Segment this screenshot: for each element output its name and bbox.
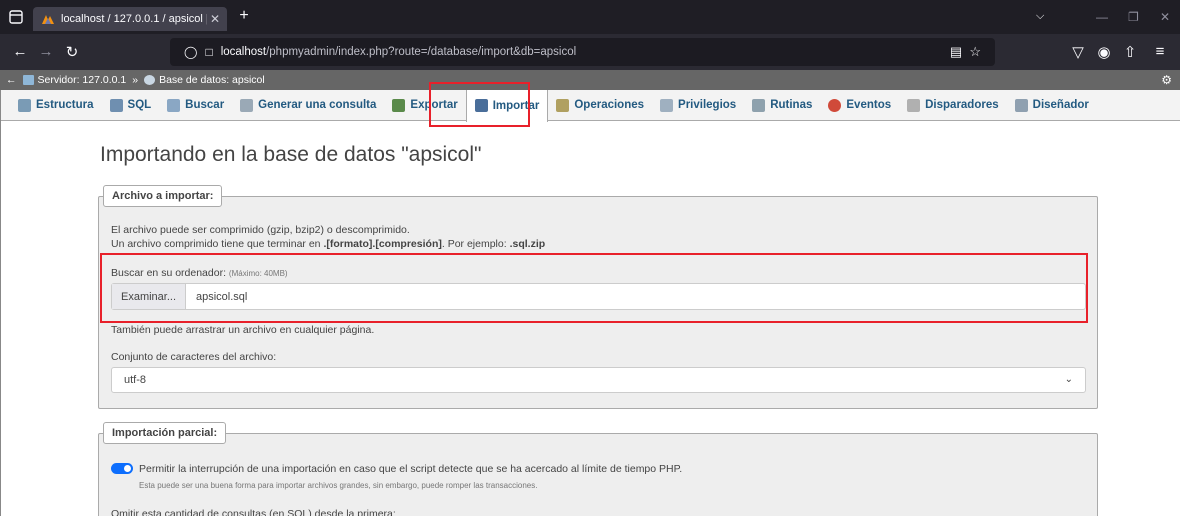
query-icon [240,98,254,112]
allow-interrupt-toggle[interactable] [111,463,133,474]
export-icon [392,98,406,112]
breadcrumb-server[interactable]: Servidor: 127.0.0.1 [38,74,127,86]
tab-rutinas[interactable]: Rutinas [744,90,820,121]
triggers-icon [907,98,921,112]
tab-sql[interactable]: SQL [102,90,160,121]
forward-icon[interactable]: → [36,43,56,60]
routines-icon [752,98,766,112]
compression-extension-info: Un archivo comprimido tiene que terminar… [111,238,546,250]
allow-interrupt-note: Esta puede ser una buena forma para impo… [139,481,538,490]
highlight-importar-tab [429,82,530,127]
share-icon[interactable]: ⇧ [1120,43,1140,61]
url-text[interactable]: localhost/phpmyadmin/index.php?route=/da… [221,46,576,58]
charset-select[interactable]: utf-8 ⌄ [111,367,1086,393]
close-tab-icon[interactable]: ✕ [207,12,223,26]
account-icon[interactable]: ◉ [1094,43,1114,61]
server-icon [22,75,34,85]
maximize-icon[interactable]: ❐ [1128,10,1139,24]
phpmyadmin-favicon-icon [42,15,54,24]
tab-privilegios[interactable]: Privilegios [652,90,744,121]
collapse-arrow-icon[interactable]: ← [6,74,17,86]
app-menu-icon[interactable]: ≡ [1150,43,1170,60]
back-icon[interactable]: ← [10,43,30,60]
wrench-icon [556,98,570,112]
allow-interrupt-label: Permitir la interrupción de una importac… [139,463,683,475]
page-icon: □ [205,45,213,59]
minimize-icon[interactable]: — [1096,10,1108,24]
reader-view-and-bookmark-icons[interactable]: ▤ ☆ [950,44,981,60]
partial-import-fieldset: Importación parcial: Permitir la interru… [98,422,1098,516]
highlight-browse-area [100,253,1088,323]
breadcrumb-database[interactable]: Base de datos: apsicol [159,74,265,86]
breadcrumb-separator: » [132,74,139,86]
shield-icon[interactable]: ◯ [184,45,197,59]
drag-hint: También puede arrastrar un archivo en cu… [111,324,375,336]
tab-estructura[interactable]: Estructura [10,90,102,121]
tab-operaciones[interactable]: Operaciones [548,90,652,121]
tab-eventos[interactable]: Eventos [820,90,899,121]
tab-generar-consulta[interactable]: Generar una consulta [232,90,384,121]
pocket-icon[interactable]: ▽ [1068,43,1088,61]
new-tab-button[interactable]: + [234,7,254,25]
tab-disparadores[interactable]: Disparadores [899,90,1007,121]
gear-icon[interactable]: ⚙ [1161,73,1172,87]
tab-buscar[interactable]: Buscar [159,90,232,121]
tab-overview-icon[interactable] [8,9,24,25]
privileges-icon [660,98,674,112]
browser-nav-bar: ← → ↻ ◯ □ localhost/phpmyadmin/index.php… [0,34,1180,70]
partial-import-legend: Importación parcial: [103,422,227,444]
window-close-icon[interactable]: ✕ [1160,10,1170,24]
search-icon [167,98,181,112]
browser-tab-title: localhost / 127.0.0.1 / apsicol | [61,13,207,25]
chevron-down-icon: ⌄ [1064,374,1073,385]
breadcrumb: ← Servidor: 127.0.0.1 » Base de datos: a… [0,70,1180,90]
charset-label: Conjunto de caracteres del archivo: [111,351,277,363]
address-bar[interactable]: ◯ □ localhost/phpmyadmin/index.php?route… [170,38,995,66]
database-icon [144,75,156,85]
designer-icon [1014,98,1028,112]
compression-info: El archivo puede ser comprimido (gzip, b… [111,224,410,236]
reload-icon[interactable]: ↻ [62,43,82,61]
browser-tab[interactable]: localhost / 127.0.0.1 / apsicol | ✕ [33,7,227,31]
structure-icon [18,98,31,112]
navigation-panel-border [0,90,1,516]
sql-icon [109,98,123,112]
skip-queries-label: Omitir esta cantidad de consultas (en SQ… [111,508,396,516]
charset-value: utf-8 [124,374,147,386]
database-tabs: Estructura SQL Buscar Generar una consul… [0,89,1180,122]
list-all-tabs-chevron-icon[interactable]: ⌵ [1036,10,1044,23]
page-title: Importando en la base de datos "apsicol" [100,143,482,166]
clock-icon [828,98,842,112]
file-import-legend: Archivo a importar: [103,185,223,207]
browser-tab-strip: localhost / 127.0.0.1 / apsicol | ✕ + ⌵ … [0,0,1180,34]
tab-disenador[interactable]: Diseñador [1007,90,1097,121]
